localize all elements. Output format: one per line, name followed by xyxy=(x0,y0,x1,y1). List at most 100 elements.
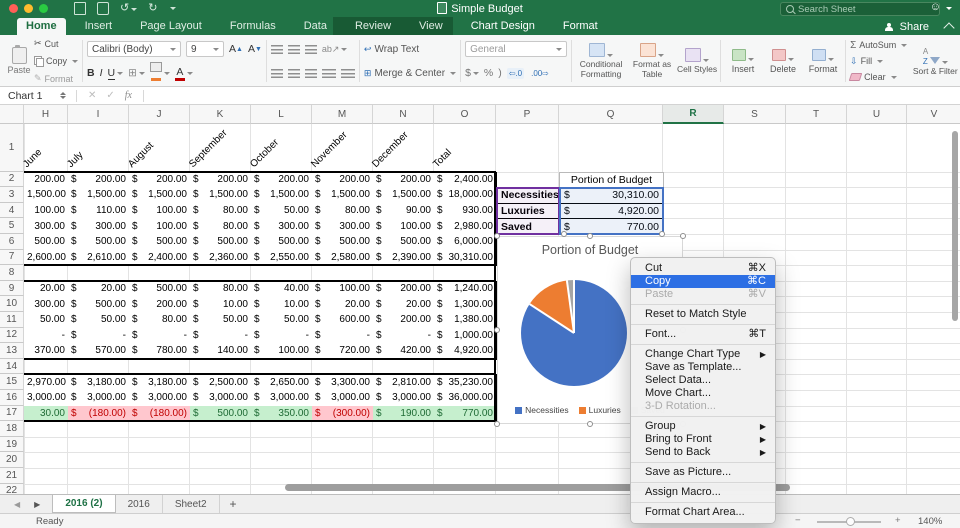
cell-K3[interactable]: $1,500.00 xyxy=(190,187,252,204)
ribbon-tab-home[interactable]: Home xyxy=(17,18,66,35)
copy-button[interactable]: Copy xyxy=(34,55,78,68)
font-color-button[interactable]: A xyxy=(175,66,193,81)
row-header-7[interactable]: 7 xyxy=(0,250,24,266)
menu-item-font[interactable]: Font...⌘T xyxy=(631,328,775,341)
cell-J6[interactable]: $500.00 xyxy=(129,234,191,251)
cell-K15[interactable]: $2,500.00 xyxy=(190,374,252,391)
column-header-I[interactable]: I xyxy=(68,105,129,124)
cell-J2[interactable]: $200.00 xyxy=(129,172,191,189)
enter-icon[interactable]: ✓ xyxy=(106,90,114,101)
cell-N16[interactable]: $3,000.00 xyxy=(373,390,435,407)
close-window-button[interactable] xyxy=(9,4,18,13)
insert-function-icon[interactable]: fx xyxy=(125,90,132,101)
cell-I10[interactable]: $500.00 xyxy=(68,296,130,313)
redo-icon[interactable]: ↻ xyxy=(148,3,157,14)
month-header-june[interactable]: June xyxy=(24,124,68,172)
cell-O6[interactable]: $6,000.00 xyxy=(434,234,497,251)
cell-N4[interactable]: $90.00 xyxy=(373,203,435,220)
ribbon-tab-review[interactable]: Review xyxy=(346,18,400,35)
cell-N15[interactable]: $2,810.00 xyxy=(373,374,435,391)
cell-O12[interactable]: $1,000.00 xyxy=(434,328,497,345)
zoom-slider-thumb[interactable] xyxy=(846,517,855,526)
cell-O10[interactable]: $1,300.00 xyxy=(434,296,497,313)
share-button[interactable]: Share xyxy=(900,21,929,33)
cell-M2[interactable]: $200.00 xyxy=(312,172,374,189)
chart-title[interactable]: Portion of Budget xyxy=(498,243,682,257)
menu-item-paste[interactable]: Paste⌘V xyxy=(631,288,775,301)
cell-I9[interactable]: $20.00 xyxy=(68,281,130,298)
row-header-16[interactable]: 16 xyxy=(0,390,24,406)
cell-J15[interactable]: $3,180.00 xyxy=(129,374,191,391)
zoom-in-button[interactable]: + xyxy=(895,515,901,526)
cell-K4[interactable]: $80.00 xyxy=(190,203,252,220)
row-header-22[interactable]: 22 xyxy=(0,484,24,494)
menu-item-reset-to-match-style[interactable]: Reset to Match Style xyxy=(631,308,775,321)
row-header-19[interactable]: 19 xyxy=(0,437,24,453)
cell-M16[interactable]: $3,000.00 xyxy=(312,390,374,407)
merge-center-button[interactable]: ⊞Merge & Center xyxy=(364,67,456,80)
column-header-Q[interactable]: Q xyxy=(559,105,663,124)
cell-H2[interactable]: 200.00 xyxy=(24,172,69,189)
sheet-tab-2016[interactable]: 2016 xyxy=(116,495,163,513)
cell-I15[interactable]: $3,180.00 xyxy=(68,374,130,391)
cell-H11[interactable]: 50.00 xyxy=(24,312,69,329)
select-all-corner[interactable] xyxy=(0,105,24,124)
cell-K5[interactable]: $80.00 xyxy=(190,218,252,235)
insert-cells-button[interactable]: Insert xyxy=(725,49,761,74)
ribbon-tab-view[interactable]: View xyxy=(410,18,452,35)
cell-L9[interactable]: $40.00 xyxy=(251,281,313,298)
range-handle[interactable] xyxy=(659,231,665,237)
cell-O9[interactable]: $1,240.00 xyxy=(434,281,497,298)
cell-N10[interactable]: $20.00 xyxy=(373,296,435,313)
menu-item-cut[interactable]: Cut⌘X xyxy=(631,262,775,275)
font-size-select[interactable]: 9 xyxy=(186,41,224,57)
chart-selection-handle[interactable] xyxy=(494,327,500,333)
minimize-window-button[interactable] xyxy=(24,4,33,13)
menu-item-format-chart-area[interactable]: Format Chart Area... xyxy=(631,506,775,519)
cell-M3[interactable]: $1,500.00 xyxy=(312,187,374,204)
column-header-P[interactable]: P xyxy=(496,105,559,124)
month-header-july[interactable]: July xyxy=(68,124,129,172)
sheet-tab-2016-2-[interactable]: 2016 (2) xyxy=(52,495,115,513)
row-header-11[interactable]: 11 xyxy=(0,312,24,328)
cell-H10[interactable]: 300.00 xyxy=(24,296,69,313)
new-workbook-icon[interactable] xyxy=(74,2,86,15)
column-header-H[interactable]: H xyxy=(24,105,68,124)
column-header-U[interactable]: U xyxy=(847,105,907,124)
ribbon-tab-formulas[interactable]: Formulas xyxy=(221,18,285,35)
cell-M12[interactable]: $- xyxy=(312,328,374,345)
column-header-J[interactable]: J xyxy=(129,105,190,124)
month-header-november[interactable]: November xyxy=(312,124,373,172)
menu-item-save-as-template[interactable]: Save as Template... xyxy=(631,361,775,374)
chart-selection-handle[interactable] xyxy=(494,233,500,239)
zoom-out-button[interactable]: − xyxy=(795,515,801,526)
menu-item-change-chart-type[interactable]: Change Chart Type▶ xyxy=(631,348,775,361)
cell-I3[interactable]: $1,500.00 xyxy=(68,187,130,204)
number-format-select[interactable]: General xyxy=(465,41,567,57)
comma-format-button[interactable]: ) xyxy=(498,67,502,79)
format-as-table-button[interactable]: Format as Table xyxy=(630,43,674,80)
row-header-18[interactable]: 18 xyxy=(0,421,24,437)
cell-H5[interactable]: 300.00 xyxy=(24,218,69,235)
month-header-august[interactable]: August xyxy=(129,124,190,172)
cell-O3[interactable]: $18,000.00 xyxy=(434,187,497,204)
legend-item-necessities[interactable]: Necessities xyxy=(515,405,568,415)
side-table-title-cell[interactable]: Portion of Budget xyxy=(559,172,664,189)
column-header-M[interactable]: M xyxy=(312,105,373,124)
ribbon-tab-chart-design[interactable]: Chart Design xyxy=(462,18,544,35)
cell-J3[interactable]: $1,500.00 xyxy=(129,187,191,204)
cell-H9[interactable]: 20.00 xyxy=(24,281,69,298)
font-name-select[interactable]: Calibri (Body) xyxy=(87,41,181,57)
cell-I5[interactable]: $300.00 xyxy=(68,218,130,235)
cell-K6[interactable]: $500.00 xyxy=(190,234,252,251)
decrease-indent-icon[interactable] xyxy=(322,69,336,78)
cell-L12[interactable]: $- xyxy=(251,328,313,345)
cell-O15[interactable]: $35,230.00 xyxy=(434,374,497,391)
increase-font-size-button[interactable]: A▲ xyxy=(229,43,243,55)
name-box-stepper[interactable] xyxy=(60,92,66,99)
cell-J10[interactable]: $200.00 xyxy=(129,296,191,313)
cell-J16[interactable]: $3,000.00 xyxy=(129,390,191,407)
menu-item-group[interactable]: Group▶ xyxy=(631,420,775,433)
cell-K2[interactable]: $200.00 xyxy=(190,172,252,189)
cell-L11[interactable]: $50.00 xyxy=(251,312,313,329)
